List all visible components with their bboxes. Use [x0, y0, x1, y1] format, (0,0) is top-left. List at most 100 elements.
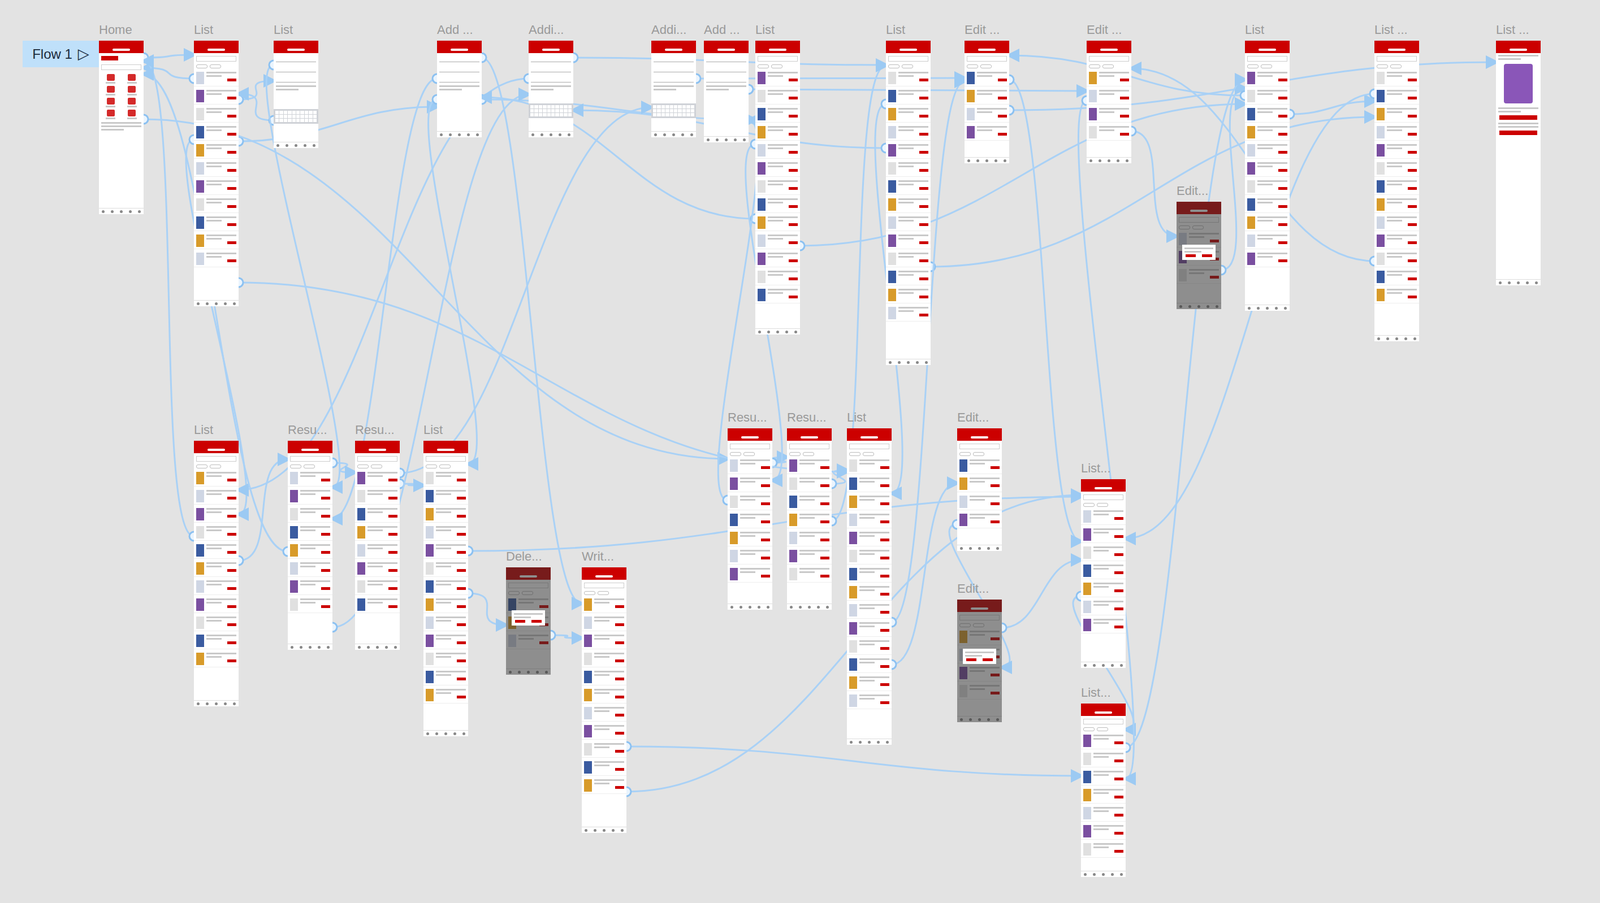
home-tile[interactable] [122, 97, 142, 108]
tab-icon[interactable] [1098, 159, 1102, 163]
keyboard-key[interactable] [296, 114, 300, 119]
tab-icon[interactable] [290, 646, 294, 650]
keyboard-key[interactable] [547, 113, 551, 117]
prototype-connection[interactable] [1004, 75, 1081, 542]
product-row[interactable] [287, 524, 333, 542]
keyboard-key[interactable] [551, 109, 555, 113]
keyboard-key[interactable] [656, 105, 661, 109]
product-row[interactable] [885, 305, 931, 322]
keyboard-key[interactable] [283, 114, 288, 119]
form-field[interactable] [530, 55, 572, 63]
product-row[interactable] [581, 633, 627, 650]
tab-icon[interactable] [906, 361, 910, 365]
tab-icon[interactable] [748, 606, 752, 609]
tab-icon[interactable] [733, 138, 737, 142]
frame-label[interactable]: Edit... [957, 581, 989, 597]
home-tile[interactable] [101, 85, 121, 96]
keyboard-key[interactable] [313, 110, 317, 115]
product-row[interactable] [1374, 251, 1420, 268]
product-row[interactable] [287, 560, 333, 578]
keyboard-key[interactable] [682, 109, 686, 113]
tab-icon[interactable] [476, 133, 479, 137]
product-row[interactable] [355, 578, 400, 596]
product-row[interactable] [1080, 526, 1126, 544]
product-row[interactable] [193, 524, 239, 542]
tab-icon[interactable] [969, 547, 972, 551]
screen-frame[interactable]: List [193, 40, 239, 307]
tab-icon[interactable] [960, 547, 963, 551]
tab-icon[interactable] [789, 606, 793, 609]
product-row[interactable] [727, 512, 773, 529]
product-row[interactable] [885, 142, 931, 159]
product-row[interactable] [727, 476, 773, 493]
product-row[interactable] [885, 88, 931, 105]
screen-frame[interactable]: Edit ... [1086, 40, 1132, 164]
tab-icon[interactable] [1107, 159, 1111, 163]
keyboard-key[interactable] [287, 118, 292, 123]
keyboard-key[interactable] [304, 118, 309, 123]
tab-icon[interactable] [885, 741, 889, 745]
tab-icon[interactable] [767, 330, 771, 334]
keyboard-key[interactable] [542, 113, 547, 117]
product-row[interactable] [1374, 124, 1420, 141]
tab-icon[interactable] [466, 133, 470, 137]
tab-icon[interactable] [549, 133, 553, 137]
tab-icon[interactable] [584, 829, 588, 833]
product-row[interactable] [355, 597, 400, 614]
frame-label[interactable]: Edit ... [964, 22, 1000, 38]
tab-icon[interactable] [1525, 281, 1529, 285]
product-row[interactable] [581, 669, 627, 686]
tab-icon[interactable] [730, 606, 734, 609]
keyboard-key[interactable] [534, 113, 538, 117]
product-row[interactable] [193, 160, 239, 177]
search-field[interactable] [729, 443, 771, 450]
product-row[interactable] [964, 88, 1010, 105]
form-field[interactable] [439, 66, 480, 73]
frame-label[interactable]: List [193, 422, 214, 438]
filter-chip[interactable] [1083, 503, 1095, 508]
product-row[interactable] [287, 488, 333, 505]
keyboard-key[interactable] [568, 113, 572, 117]
product-row[interactable] [287, 542, 333, 560]
product-row[interactable] [193, 651, 239, 668]
keyboard-key[interactable] [559, 105, 564, 109]
form-field[interactable] [275, 66, 317, 73]
product-row[interactable] [423, 633, 469, 650]
product-row[interactable] [1080, 751, 1126, 768]
product-row[interactable] [1374, 106, 1420, 123]
form-field[interactable] [653, 66, 694, 73]
frame-label[interactable]: Edit... [1176, 183, 1209, 199]
keyboard-key[interactable] [313, 114, 317, 119]
product-row[interactable] [755, 142, 800, 159]
tab-icon[interactable] [1110, 873, 1114, 877]
search-field[interactable] [789, 443, 830, 450]
product-row[interactable] [423, 524, 469, 542]
tab-icon[interactable] [128, 210, 132, 214]
tab-icon[interactable] [196, 702, 200, 706]
tab-icon[interactable] [1120, 873, 1123, 877]
product-row[interactable] [846, 548, 892, 565]
tab-icon[interactable] [1265, 306, 1269, 310]
tab-icon[interactable] [978, 547, 981, 551]
tab-icon[interactable] [742, 138, 746, 142]
product-row[interactable] [727, 494, 773, 511]
tab-icon[interactable] [567, 133, 571, 137]
tab-icon[interactable] [205, 302, 209, 306]
tab-icon[interactable] [1116, 159, 1120, 163]
form-field[interactable] [530, 66, 572, 73]
product-row[interactable] [885, 269, 931, 286]
form-field[interactable] [439, 55, 480, 63]
tab-icon[interactable] [439, 133, 443, 137]
tab-icon[interactable] [826, 606, 829, 609]
product-row[interactable] [727, 548, 773, 565]
frame-label[interactable]: Addi... [651, 22, 687, 38]
product-row[interactable] [193, 232, 239, 250]
filter-chip[interactable] [980, 64, 992, 69]
keyboard-key[interactable] [538, 113, 543, 117]
product-row[interactable] [423, 687, 469, 704]
product-row[interactable] [581, 741, 627, 759]
home-tile[interactable] [122, 109, 142, 120]
keyboard-key[interactable] [669, 105, 674, 109]
frame-label[interactable]: Resu... [727, 410, 768, 426]
product-row[interactable] [1244, 214, 1290, 232]
